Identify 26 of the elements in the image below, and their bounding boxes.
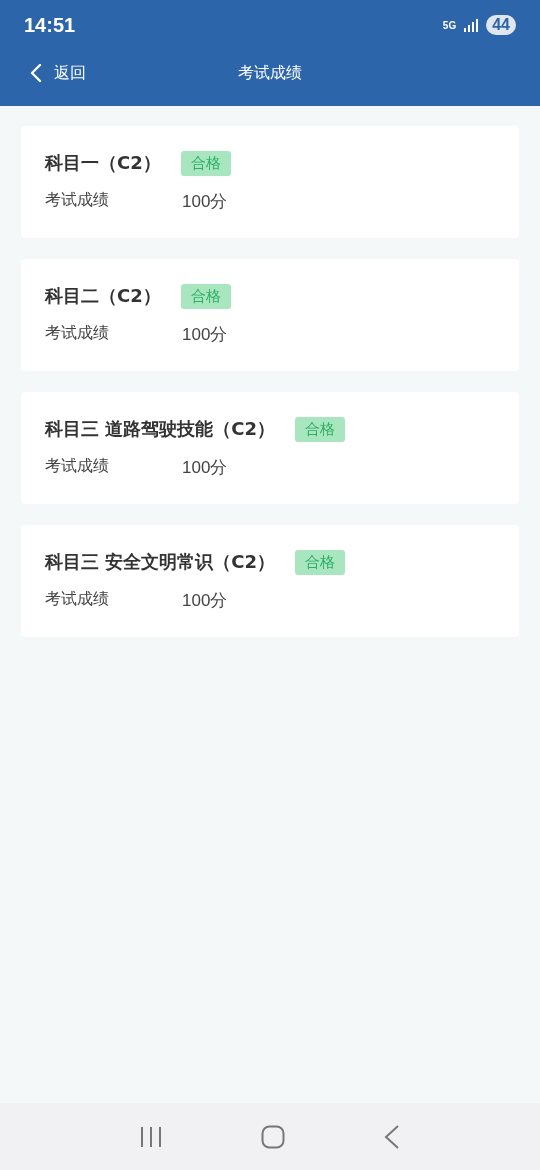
score-label: 考试成绩 [45, 190, 110, 211]
network-type: 5G [442, 19, 457, 31]
signal-icon [464, 18, 479, 32]
result-badge: 合格 [180, 150, 231, 176]
result-badge: 合格 [180, 283, 231, 309]
score-value: 100分 [182, 324, 228, 346]
result-badge: 合格 [295, 549, 345, 575]
page-title: 考试成绩 [237, 62, 303, 84]
subject-title: 科目一（C2） [45, 151, 161, 175]
back-button[interactable]: 返回 [0, 62, 86, 84]
battery-level: 44 [486, 15, 516, 35]
score-label: 考试成绩 [45, 589, 110, 610]
recents-icon[interactable] [139, 1125, 162, 1148]
result-badge: 合格 [295, 416, 345, 442]
subject-title: 科目二（C2） [45, 284, 161, 308]
score-label: 考试成绩 [45, 323, 110, 344]
subject-title: 科目三 安全文明常识（C2） [45, 550, 275, 574]
back-icon [30, 63, 42, 83]
home-icon[interactable] [261, 1124, 285, 1149]
status-time: 14:51 [24, 13, 76, 37]
score-label: 考试成绩 [45, 456, 110, 477]
score-value: 100分 [182, 457, 228, 479]
score-value: 100分 [182, 590, 228, 612]
back-icon[interactable] [384, 1124, 401, 1149]
subject-title: 科目三 道路驾驶技能（C2） [45, 417, 275, 441]
score-value: 100分 [182, 191, 228, 213]
